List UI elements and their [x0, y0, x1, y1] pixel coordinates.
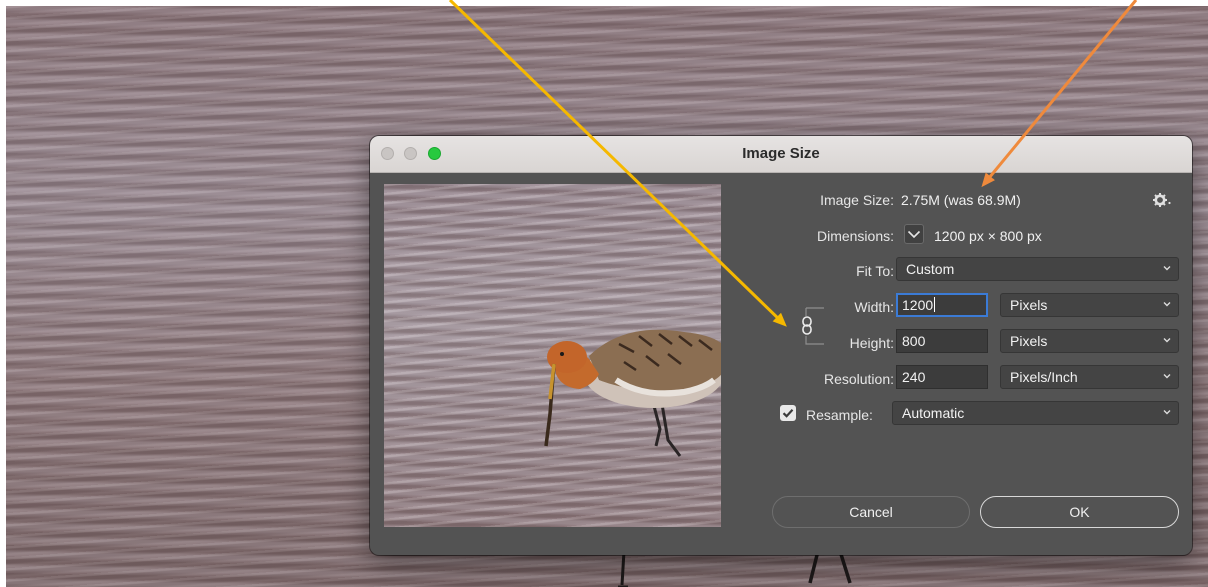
image-size-label: Image Size: [820, 192, 894, 208]
bird-preview-image [544, 329, 721, 457]
height-unit-select[interactable]: Pixels [1000, 329, 1179, 353]
dialog-title: Image Size [742, 145, 820, 162]
resolution-unit: Pixels/Inch [1010, 369, 1078, 385]
height-label: Height: [849, 335, 894, 351]
image-size-dialog: Image Size Image Size: 2.75M (was 68.9M)… [370, 136, 1192, 555]
resample-checkbox[interactable] [780, 405, 796, 421]
fit-to-selected: Custom [906, 261, 955, 277]
resample-method-select[interactable]: Automatic [892, 401, 1179, 425]
chevron-down-icon [1163, 374, 1171, 379]
chevron-down-icon [1163, 338, 1171, 343]
dimensions-units-toggle[interactable] [904, 224, 924, 244]
height-unit: Pixels [1010, 333, 1048, 349]
resolution-value: 240 [902, 369, 926, 385]
resolution-label: Resolution: [823, 371, 894, 387]
resample-label: Resample: [806, 407, 873, 423]
dimensions-value: 1200 px × 800 px [934, 228, 1042, 244]
resolution-unit-select[interactable]: Pixels/Inch [1000, 365, 1179, 389]
text-caret [934, 297, 936, 312]
image-preview[interactable] [384, 184, 721, 527]
width-label: Width: [854, 299, 894, 315]
resolution-input[interactable]: 240 [896, 365, 988, 389]
cancel-button[interactable]: Cancel [772, 496, 970, 528]
chevron-down-icon [1163, 410, 1171, 415]
height-input[interactable]: 800 [896, 329, 988, 353]
width-value: 1200 [902, 297, 934, 313]
height-value: 800 [902, 333, 926, 349]
chevron-down-icon [907, 230, 921, 239]
dialog-titlebar[interactable]: Image Size [370, 136, 1192, 173]
dimensions-label: Dimensions: [816, 228, 894, 244]
gear-icon[interactable] [1152, 192, 1172, 208]
width-unit: Pixels [1010, 297, 1048, 313]
width-input[interactable]: 1200 [896, 293, 988, 317]
fit-to-label: Fit To: [856, 263, 894, 279]
chevron-down-icon [1163, 302, 1171, 307]
bird-legs-background [618, 551, 852, 587]
chevron-down-icon [1163, 266, 1171, 271]
checkmark-icon [782, 409, 794, 418]
width-unit-select[interactable]: Pixels [1000, 293, 1179, 317]
ok-button[interactable]: OK [980, 496, 1179, 528]
image-size-value: 2.75M (was 68.9M) [901, 192, 1021, 208]
fit-to-select[interactable]: Custom [896, 257, 1179, 281]
resample-method: Automatic [902, 405, 965, 421]
